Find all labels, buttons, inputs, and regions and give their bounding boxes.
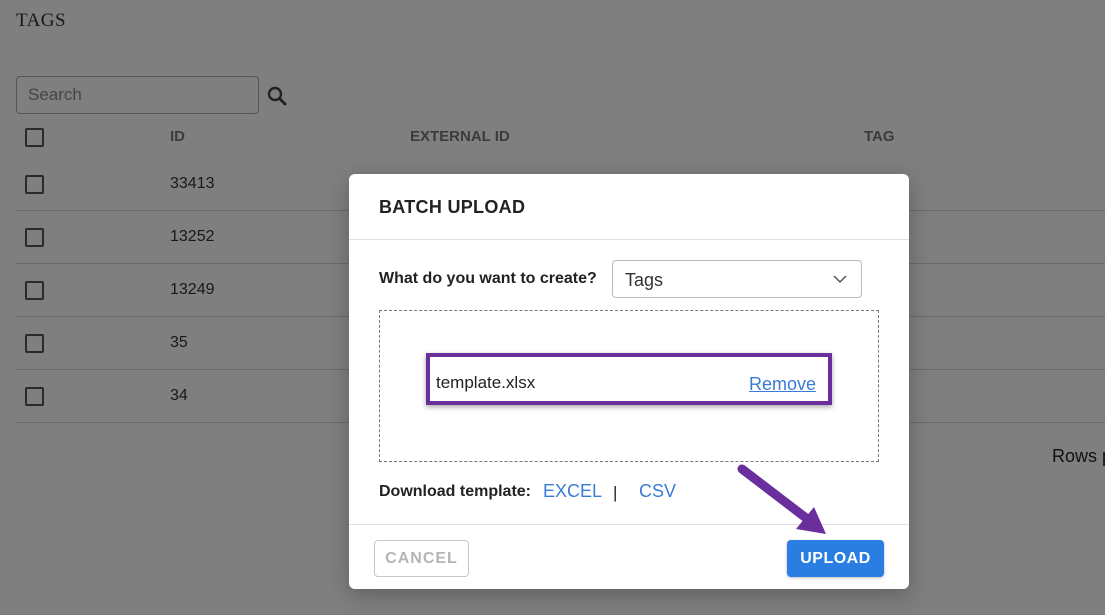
download-csv-link[interactable]: CSV [639,481,676,502]
upload-button[interactable]: UPLOAD [787,540,884,577]
arrow-icon [737,464,826,534]
dialog-title: BATCH UPLOAD [379,197,526,217]
create-type-select[interactable]: Tags [612,260,862,298]
cancel-button[interactable]: CANCEL [374,540,469,577]
selected-file: template.xlsx Remove [426,353,832,405]
remove-file-link[interactable]: Remove [749,374,816,395]
download-excel-link[interactable]: EXCEL [543,481,602,502]
download-separator: | [613,483,618,502]
chevron-down-icon [833,275,847,284]
dialog-divider [349,239,909,240]
create-type-value: Tags [625,270,664,290]
download-template-label: Download template: [379,483,532,500]
file-name: template.xlsx [436,373,536,392]
create-type-label: What do you want to create? [379,270,597,287]
